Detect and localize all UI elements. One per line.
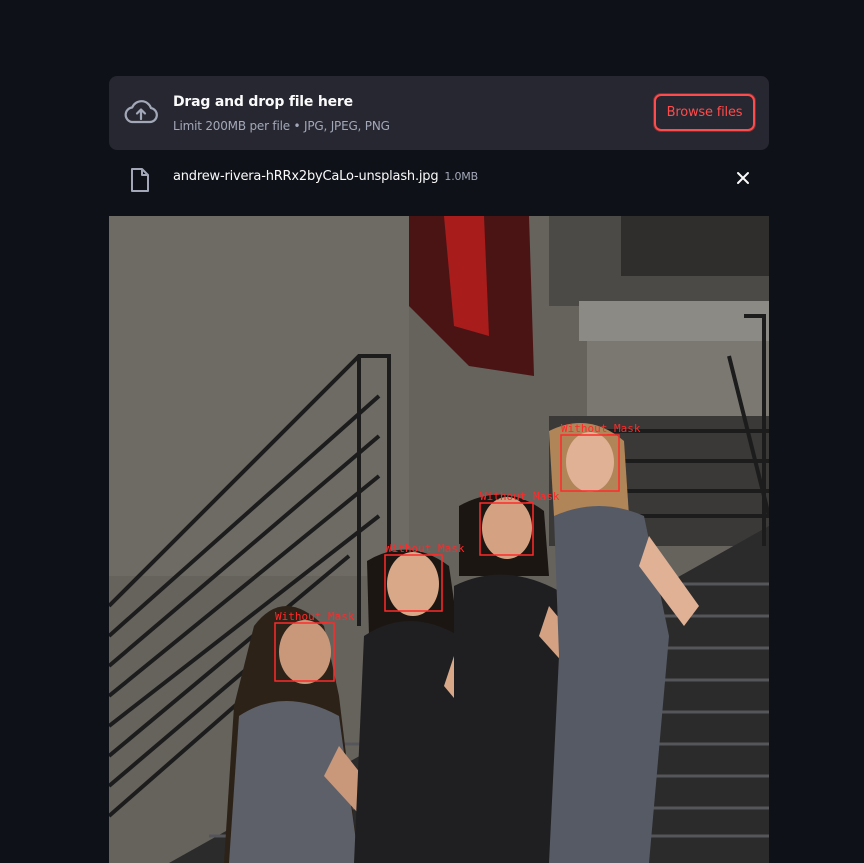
file-name-text: andrew-rivera-hRRx2byCaLo-unsplash.jpg: [173, 169, 439, 184]
cloud-upload-icon: [124, 100, 158, 124]
app-page: Drag and drop file here Limit 200MB per …: [0, 0, 864, 863]
close-icon[interactable]: [733, 168, 753, 188]
detection-label-3: Without_Mask: [480, 490, 560, 503]
result-image-content: Without_Mask Without_Mask Without_Mask W…: [109, 216, 769, 863]
browse-files-button[interactable]: Browse files: [654, 94, 755, 131]
file-dropzone[interactable]: Drag and drop file here Limit 200MB per …: [109, 76, 769, 150]
upper-window: [621, 216, 769, 276]
detection-label-1: Without_Mask: [275, 610, 355, 623]
wall-left: [109, 216, 409, 576]
file-size: 1.0MB: [444, 170, 478, 183]
dropzone-hint: Limit 200MB per file • JPG, JPEG, PNG: [173, 119, 390, 133]
dropzone-title: Drag and drop file here: [173, 94, 353, 110]
detection-label-2: Without_Mask: [385, 542, 465, 555]
result-image: Without_Mask Without_Mask Without_Mask W…: [109, 216, 769, 863]
uploaded-file-name: andrew-rivera-hRRx2byCaLo-unsplash.jpg 1.…: [173, 169, 478, 184]
file-icon: [131, 168, 149, 192]
balcony-ledge: [579, 301, 769, 341]
uploaded-file-row: andrew-rivera-hRRx2byCaLo-unsplash.jpg 1.…: [109, 156, 769, 202]
detection-label-4: Without_Mask: [561, 422, 641, 435]
